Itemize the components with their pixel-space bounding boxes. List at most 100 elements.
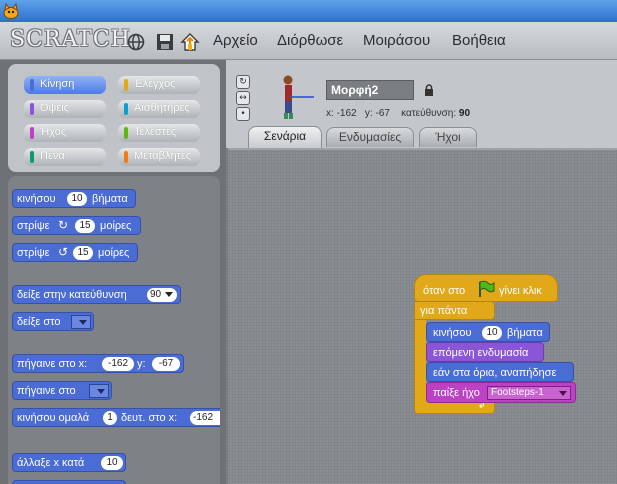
- block-label: y:: [137, 358, 146, 370]
- block-label: κινήσου ομαλά: [17, 412, 90, 424]
- category-label: Όψεις: [40, 102, 70, 114]
- category-label: Τελεστές: [134, 126, 177, 138]
- lock-icon[interactable]: [424, 84, 434, 96]
- turn-right-block[interactable]: στρίψε ↻ 15 μοίρες: [12, 216, 141, 235]
- looks-swatch: [30, 103, 34, 115]
- x-label: x:: [326, 108, 334, 119]
- category-looks[interactable]: Όψεις: [24, 100, 106, 118]
- category-operators[interactable]: Τελεστές: [118, 124, 200, 142]
- direction-input[interactable]: 90: [147, 288, 177, 302]
- menu-edit[interactable]: Διόρθωσε: [277, 32, 343, 49]
- forever-arm: [414, 320, 426, 404]
- flip-style-button[interactable]: ↔: [236, 91, 250, 105]
- point-direction-block[interactable]: δείξε στην κατεύθυνση 90: [12, 285, 181, 304]
- chevron-down-icon: [165, 292, 173, 297]
- goto-xy-block[interactable]: πήγαινε στο x: -162 y: -67: [12, 354, 184, 373]
- share-house-icon[interactable]: [180, 32, 200, 52]
- category-control[interactable]: Έλεγχος: [118, 76, 200, 94]
- x-value: -162: [336, 108, 357, 119]
- chevron-down-icon: [559, 391, 567, 396]
- change-x-block[interactable]: άλλαξε x κατά 10: [12, 453, 126, 472]
- move-steps-block[interactable]: κινήσου 10 βήματα: [426, 322, 550, 342]
- category-label: Πένα: [40, 150, 65, 162]
- degrees-input[interactable]: 15: [73, 246, 93, 260]
- tab-costumes[interactable]: Ενδυμασίες: [326, 127, 414, 147]
- no-rotate-button[interactable]: •: [236, 107, 250, 121]
- motion-swatch: [30, 79, 34, 91]
- category-sensing[interactable]: Αισθητήρες: [118, 100, 200, 118]
- y-input[interactable]: -67: [152, 357, 180, 371]
- direction-label: κατεύθυνση:: [401, 108, 457, 119]
- category-label: Μεταβλητές: [134, 150, 192, 162]
- turn-left-block[interactable]: στρίψε ↺ 15 μοίρες: [12, 243, 138, 262]
- category-motion[interactable]: Κίνηση: [24, 76, 106, 94]
- play-sound-block[interactable]: παίξε ήχο Footsteps-1: [426, 382, 576, 403]
- forever-foot: ↲: [414, 400, 495, 414]
- category-label: Έλεγχος: [134, 78, 176, 90]
- category-pen[interactable]: Πένα: [24, 148, 106, 166]
- change-input[interactable]: 10: [101, 456, 123, 470]
- move-steps-block[interactable]: κινήσου 10 βήματα: [12, 189, 136, 208]
- rotate-ccw-icon: ↺: [58, 245, 69, 259]
- sprite-info-panel: ↻ ↔ • Μορφή2 x: -162 y: -67 κατεύθυνση: …: [226, 60, 617, 148]
- block-label: κινήσου: [17, 193, 56, 205]
- block-label: δείξε στο: [17, 316, 61, 328]
- globe-icon[interactable]: [126, 32, 146, 52]
- block-label: για πάντα: [420, 305, 468, 317]
- block-label: παίξε ήχο: [433, 387, 480, 399]
- block-palette: Κίνηση Έλεγχος Όψεις Αισθητήρες Ήχος Τελ…: [0, 60, 226, 484]
- tab-sounds[interactable]: Ήχοι: [419, 127, 477, 147]
- block-label: πήγαινε στο x:: [17, 358, 88, 370]
- block-label: εάν στα όρια, αναπήδησε: [433, 367, 557, 379]
- y-label: y:: [364, 108, 373, 119]
- block-label: βήματα: [507, 327, 543, 339]
- sprite-coords: x: -162 y: -67 κατεύθυνση: 90: [326, 108, 470, 119]
- menu-share[interactable]: Μοιράσου: [363, 32, 430, 49]
- block-label: στρίψε: [17, 247, 50, 259]
- rotate-cw-icon: ↻: [58, 218, 69, 232]
- tab-scripts[interactable]: Σενάρια: [248, 126, 322, 148]
- direction-value: 90: [458, 108, 471, 119]
- save-icon[interactable]: [155, 32, 175, 52]
- block-label: πήγαινε στο: [17, 385, 76, 397]
- sound-dropdown[interactable]: Footsteps-1: [487, 386, 571, 400]
- variables-swatch: [124, 151, 128, 163]
- category-variables[interactable]: Μεταβλητές: [118, 148, 200, 166]
- block-label: επόμενη ενδυμασία: [433, 347, 529, 359]
- scripts-area[interactable]: όταν στο γίνει κλικ για πάντα ↲ κινήσου …: [228, 148, 617, 484]
- target-dropdown[interactable]: [89, 384, 109, 398]
- sensing-swatch: [124, 103, 128, 115]
- block-label: στρίψε: [17, 220, 50, 232]
- x-input[interactable]: -162: [190, 411, 220, 425]
- block-label: όταν στο: [423, 285, 466, 297]
- bounce-block[interactable]: εάν στα όρια, αναπήδησε: [426, 362, 574, 382]
- menu-help[interactable]: Βοήθεια: [452, 32, 506, 49]
- menu-file[interactable]: Αρχείο: [213, 32, 258, 49]
- next-costume-block[interactable]: επόμενη ενδυμασία: [426, 342, 544, 362]
- operators-swatch: [124, 127, 128, 139]
- glide-block[interactable]: κινήσου ομαλά 1 δευτ. στο x: -162: [12, 408, 220, 427]
- window-title-bar: [0, 0, 617, 22]
- x-input[interactable]: -162: [102, 357, 134, 371]
- partial-block[interactable]: [12, 480, 126, 484]
- seconds-input[interactable]: 1: [103, 411, 117, 425]
- sprite-name-field[interactable]: Μορφή2: [326, 80, 414, 100]
- block-label: κινήσου: [433, 327, 472, 339]
- pen-swatch: [30, 151, 34, 163]
- goto-block[interactable]: πήγαινε στο: [12, 381, 112, 400]
- target-dropdown[interactable]: [71, 315, 91, 329]
- steps-input[interactable]: 10: [482, 326, 502, 340]
- category-label: Ήχος: [40, 126, 67, 138]
- rotate-style-button[interactable]: ↻: [236, 75, 250, 89]
- block-label: άλλαξε x κατά: [17, 457, 85, 469]
- degrees-input[interactable]: 15: [75, 219, 95, 233]
- category-sound[interactable]: Ήχος: [24, 124, 106, 142]
- block-label: μοίρες: [98, 247, 130, 259]
- green-flag-icon: [479, 280, 495, 297]
- control-swatch: [124, 79, 128, 91]
- point-towards-block[interactable]: δείξε στο: [12, 312, 94, 331]
- block-label: δείξε στην κατεύθυνση: [17, 289, 127, 301]
- block-label: δευτ. στο x:: [121, 412, 178, 424]
- steps-input[interactable]: 10: [67, 192, 87, 206]
- when-flag-clicked-block[interactable]: όταν στο γίνει κλικ: [414, 274, 558, 302]
